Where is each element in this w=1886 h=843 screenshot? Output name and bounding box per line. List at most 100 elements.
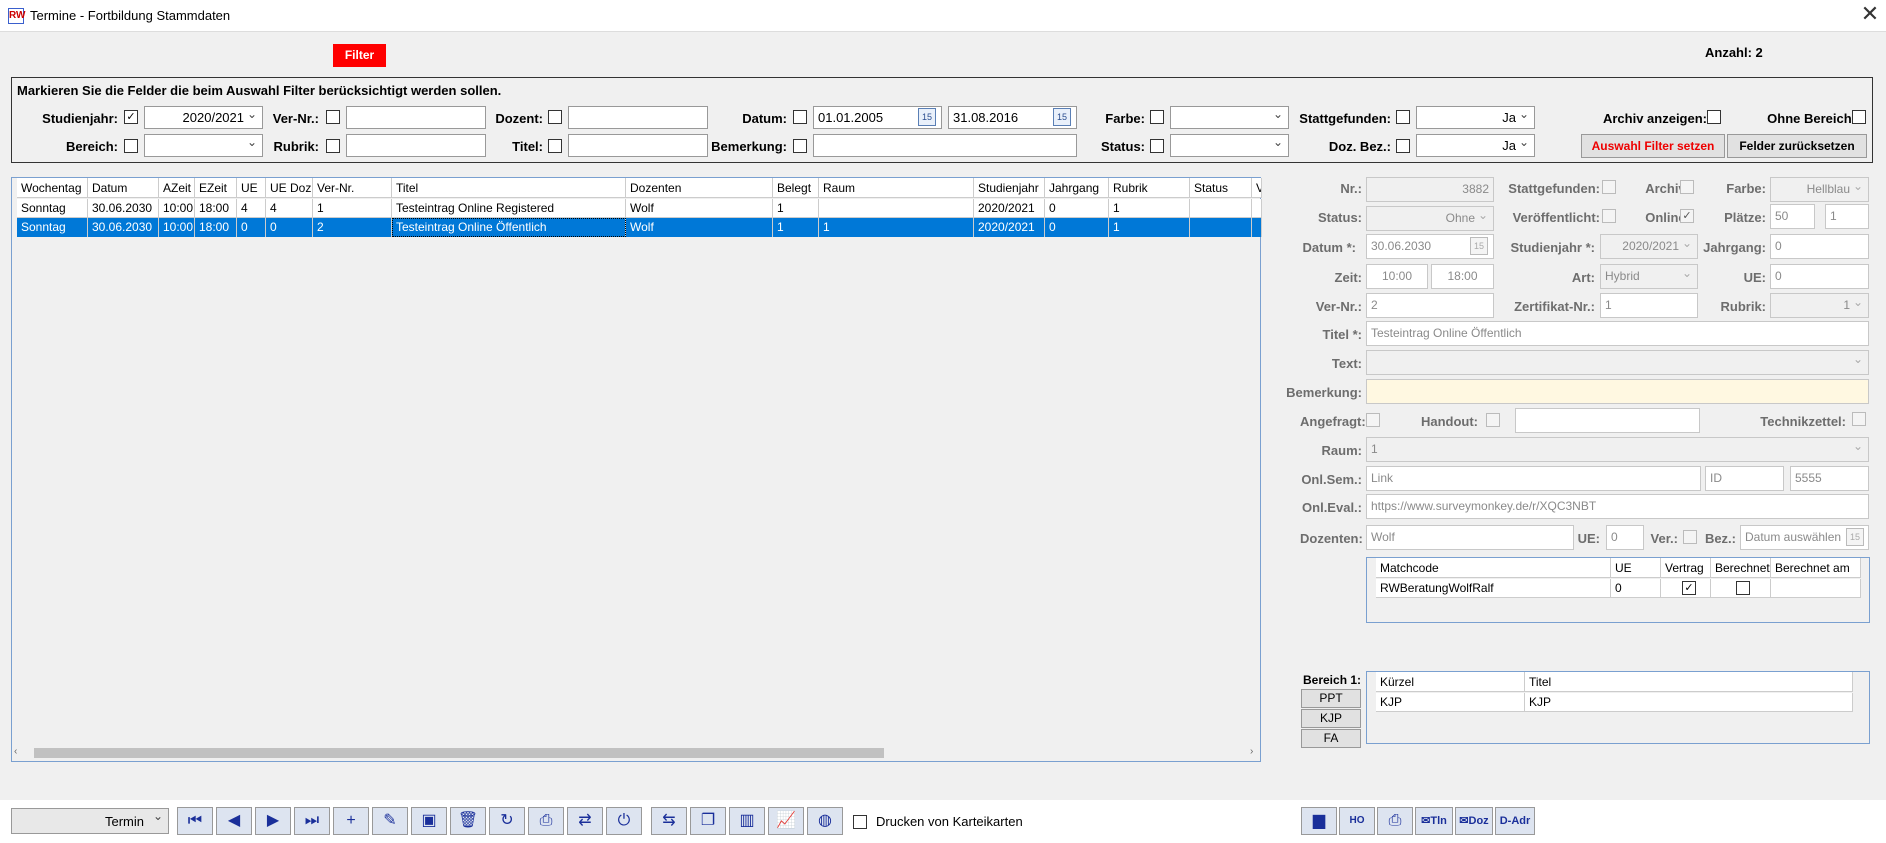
- close-icon[interactable]: ✕: [1858, 3, 1882, 27]
- filter-button[interactable]: Filter: [333, 44, 386, 67]
- filter-dozbez-checkbox[interactable]: [1396, 139, 1410, 153]
- filter-rubrik-input[interactable]: [346, 134, 486, 157]
- grid-cell[interactable]: 30.06.2030: [88, 199, 159, 218]
- detail-zeit-to-input[interactable]: 18:00: [1431, 264, 1494, 289]
- add-icon[interactable]: +: [333, 807, 369, 835]
- grid-column-header[interactable]: UE: [237, 178, 266, 198]
- detail-dozenten-input[interactable]: Wolf: [1366, 525, 1574, 550]
- detail-onlsem-id-input[interactable]: ID: [1705, 466, 1784, 491]
- calendar-icon[interactable]: 15: [1846, 528, 1864, 546]
- d-adr-button[interactable]: D-Adr: [1495, 807, 1535, 835]
- filter-status-select[interactable]: [1170, 134, 1289, 157]
- mail-doz-button[interactable]: ✉Doz: [1455, 807, 1493, 835]
- prev-icon[interactable]: ◀: [216, 807, 252, 835]
- filter-bemerkung-input[interactable]: [813, 134, 1077, 157]
- grid-cell[interactable]: 1: [819, 218, 974, 237]
- grid-column-header[interactable]: EZeit: [195, 178, 237, 198]
- detail-titel-input[interactable]: Testeintrag Online Öffentlich: [1366, 321, 1869, 346]
- grid-column-header[interactable]: Belegt: [773, 178, 819, 198]
- calendar-icon[interactable]: 15: [1470, 237, 1488, 255]
- grid-cell[interactable]: 4: [237, 199, 266, 218]
- filter-stattgefunden-select[interactable]: Ja: [1416, 106, 1535, 129]
- grid-cell[interactable]: 1: [1109, 218, 1190, 237]
- grid-cell[interactable]: [1190, 199, 1252, 218]
- grid-cell[interactable]: Testeintrag Online Registered: [392, 199, 626, 218]
- grid-column-header[interactable]: Wochentag: [17, 178, 88, 198]
- detail-ver-checkbox[interactable]: [1683, 530, 1697, 544]
- print-cards-checkbox[interactable]: [853, 815, 867, 829]
- grid-column-header[interactable]: Ver-Nr.: [313, 178, 392, 198]
- last-icon[interactable]: ⏭: [294, 807, 330, 835]
- bereich-tab-fa[interactable]: FA: [1301, 729, 1361, 748]
- filter-rubrik-checkbox[interactable]: [326, 139, 340, 153]
- grid-column-header[interactable]: UE Doz: [266, 178, 313, 198]
- chart-icon[interactable]: 📈: [768, 807, 804, 835]
- filter-vernr-checkbox[interactable]: [326, 110, 340, 124]
- grid-column-header[interactable]: Titel: [392, 178, 626, 198]
- bereich-grid-cell[interactable]: KJP: [1525, 693, 1853, 712]
- detail-art-select[interactable]: Hybrid: [1600, 264, 1698, 289]
- calendar-icon[interactable]: 15: [918, 108, 936, 126]
- next-icon[interactable]: ▶: [255, 807, 291, 835]
- detail-plaetze-input-2[interactable]: 1: [1825, 204, 1869, 229]
- bereich-tab-kjp[interactable]: KJP: [1301, 709, 1361, 728]
- globe-icon[interactable]: ◍: [807, 807, 843, 835]
- detail-onlsem-link-input[interactable]: Link: [1366, 466, 1701, 491]
- detail-rubrik-select[interactable]: 1: [1770, 293, 1869, 318]
- filter-bemerkung-checkbox[interactable]: [793, 139, 807, 153]
- filter-datum-checkbox[interactable]: [793, 110, 807, 124]
- scroll-left-icon[interactable]: ‹: [14, 746, 17, 757]
- folder-icon[interactable]: ▆: [1301, 807, 1337, 835]
- grid-cell[interactable]: 30.06.2030: [88, 218, 159, 237]
- grid-column-header[interactable]: Status: [1190, 178, 1252, 198]
- detail-zertifikat-input[interactable]: 1: [1600, 293, 1698, 318]
- grid-cell[interactable]: 0: [237, 218, 266, 237]
- apply-filter-button[interactable]: Auswahl Filter setzen: [1581, 134, 1725, 158]
- grid-column-header[interactable]: Datum: [88, 178, 159, 198]
- edit-icon[interactable]: ✎: [372, 807, 408, 835]
- grid-column-header[interactable]: Raum: [819, 178, 974, 198]
- swap-icon[interactable]: ⇄: [567, 807, 603, 835]
- grid-cell[interactable]: Testeintrag Online Öffentlich: [392, 218, 626, 237]
- detail-stattgefunden-checkbox[interactable]: [1602, 180, 1616, 194]
- detail-technikzettel-checkbox[interactable]: [1852, 412, 1866, 426]
- mail-tln-button[interactable]: ✉Tln: [1415, 807, 1453, 835]
- grid-cell[interactable]: [1252, 218, 1262, 237]
- grid-cell[interactable]: [1252, 199, 1262, 218]
- grid-cell[interactable]: [819, 199, 974, 218]
- dozenten-grid-cell[interactable]: 0: [1611, 579, 1661, 598]
- grid-cell[interactable]: 1: [1109, 199, 1190, 218]
- detail-online-checkbox[interactable]: ✓: [1680, 209, 1694, 223]
- detail-vernr-input[interactable]: 2: [1366, 293, 1494, 318]
- vertrag-checkbox[interactable]: ✓: [1682, 581, 1696, 595]
- detail-handout-input[interactable]: [1515, 408, 1700, 433]
- dozenten-grid-cell[interactable]: [1711, 579, 1771, 598]
- grid-cell[interactable]: 2: [313, 218, 392, 237]
- detail-handout-checkbox[interactable]: [1486, 413, 1500, 427]
- grid-cell[interactable]: Sonntag: [17, 199, 88, 218]
- dozenten-grid[interactable]: Matchcode UE Vertrag Berechnet Berechnet…: [1366, 557, 1870, 623]
- grid-cell[interactable]: 4: [266, 199, 313, 218]
- dozenten-grid-cell[interactable]: ✓: [1661, 579, 1711, 598]
- detail-farbe-select[interactable]: Hellblau: [1770, 177, 1869, 202]
- filter-status-checkbox[interactable]: [1150, 139, 1164, 153]
- filter-dozent-input[interactable]: [568, 106, 708, 129]
- stats-icon[interactable]: ▥: [729, 807, 765, 835]
- detail-doz-ue-input[interactable]: 0: [1606, 525, 1644, 550]
- grid-cell[interactable]: 2020/2021: [974, 218, 1045, 237]
- detail-plaetze-input[interactable]: 50: [1770, 204, 1815, 229]
- grid-column-header[interactable]: Dozenten: [626, 178, 773, 198]
- grid-cell[interactable]: 0: [1045, 199, 1109, 218]
- grid-cell[interactable]: 1: [313, 199, 392, 218]
- filter-titel-input[interactable]: [568, 134, 708, 157]
- grid-cell[interactable]: 1: [773, 199, 819, 218]
- filter-dozbez-select[interactable]: Ja: [1416, 134, 1535, 157]
- copy-icon[interactable]: ❐: [690, 807, 726, 835]
- grid-cell[interactable]: [1190, 218, 1252, 237]
- cbo-swap-icon[interactable]: ⇆: [651, 807, 687, 835]
- bereich-tab-ppt[interactable]: PPT: [1301, 689, 1361, 708]
- filter-dozent-checkbox[interactable]: [548, 110, 562, 124]
- save-icon[interactable]: ▣: [411, 807, 447, 835]
- grid-column-header[interactable]: Jahrgang: [1045, 178, 1109, 198]
- print-icon[interactable]: ⎙: [1377, 807, 1413, 835]
